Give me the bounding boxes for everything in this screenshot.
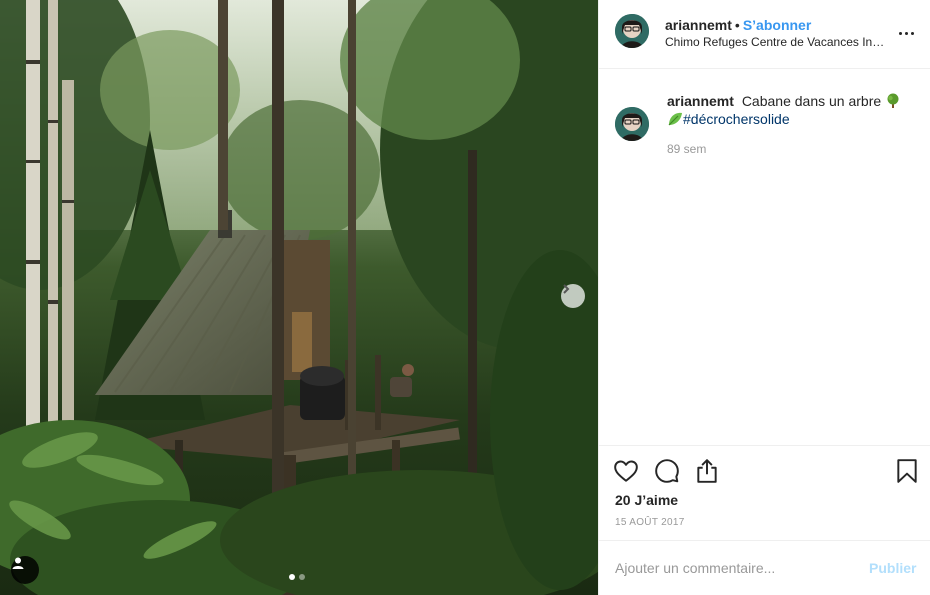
avatar[interactable] [615, 107, 649, 141]
carousel-next-button[interactable] [561, 284, 585, 308]
likes-count[interactable]: 20 J’aime [615, 492, 678, 508]
share-button[interactable] [694, 458, 720, 484]
like-button[interactable] [613, 458, 639, 484]
chevron-right-icon [563, 284, 570, 294]
separator-dot: • [734, 17, 740, 33]
save-button[interactable] [894, 458, 920, 484]
location-link[interactable]: Chimo Refuges Centre de Vacances Insolit… [665, 35, 885, 49]
publish-button[interactable]: Publier [869, 560, 916, 576]
caption-relative-time: 89 sem [667, 142, 707, 156]
comment-button[interactable] [654, 458, 680, 484]
post-photo[interactable] [0, 0, 598, 595]
bookmark-icon [897, 459, 917, 483]
forest-cabin-image [0, 0, 598, 595]
header-user-line: ariannemt • S’abonner [665, 17, 811, 33]
action-bar: 20 J’aime 15 AOÛT 2017 [599, 445, 930, 540]
more-options-button[interactable] [899, 28, 919, 38]
profile-photo [615, 107, 649, 141]
more-horizontal-icon [899, 31, 914, 35]
follow-button[interactable]: S’abonner [743, 17, 811, 33]
deciduous-tree-emoji-icon [887, 93, 899, 108]
leaf-emoji-icon [668, 112, 682, 126]
carousel-indicator [289, 574, 305, 580]
caption-text: ariannemt Cabane dans un arbre #décroche… [667, 92, 917, 128]
username-link[interactable]: ariannemt [665, 17, 732, 33]
share-icon [697, 459, 717, 483]
comment-bubble-icon [655, 459, 679, 483]
carousel-dot-1 [289, 574, 295, 580]
post-date: 15 AOÛT 2017 [615, 517, 685, 528]
caption-username-link[interactable]: ariannemt [667, 93, 734, 109]
carousel-dot-2 [299, 574, 305, 580]
tagged-users-button[interactable] [11, 556, 39, 584]
user-tag-icon [12, 557, 24, 569]
post-details-panel: ariannemt • S’abonner Chimo Refuges Centre… [598, 0, 930, 595]
post-header: ariannemt • S’abonner Chimo Refuges Centre… [599, 0, 930, 69]
avatar[interactable] [615, 14, 649, 48]
hashtag-link[interactable]: #décrochersolide [683, 111, 790, 127]
add-comment-form: Publier [599, 540, 930, 595]
heart-icon [614, 460, 638, 482]
comment-input[interactable] [615, 557, 855, 579]
profile-photo [615, 14, 649, 48]
caption-body: Cabane dans un arbre [741, 93, 882, 109]
